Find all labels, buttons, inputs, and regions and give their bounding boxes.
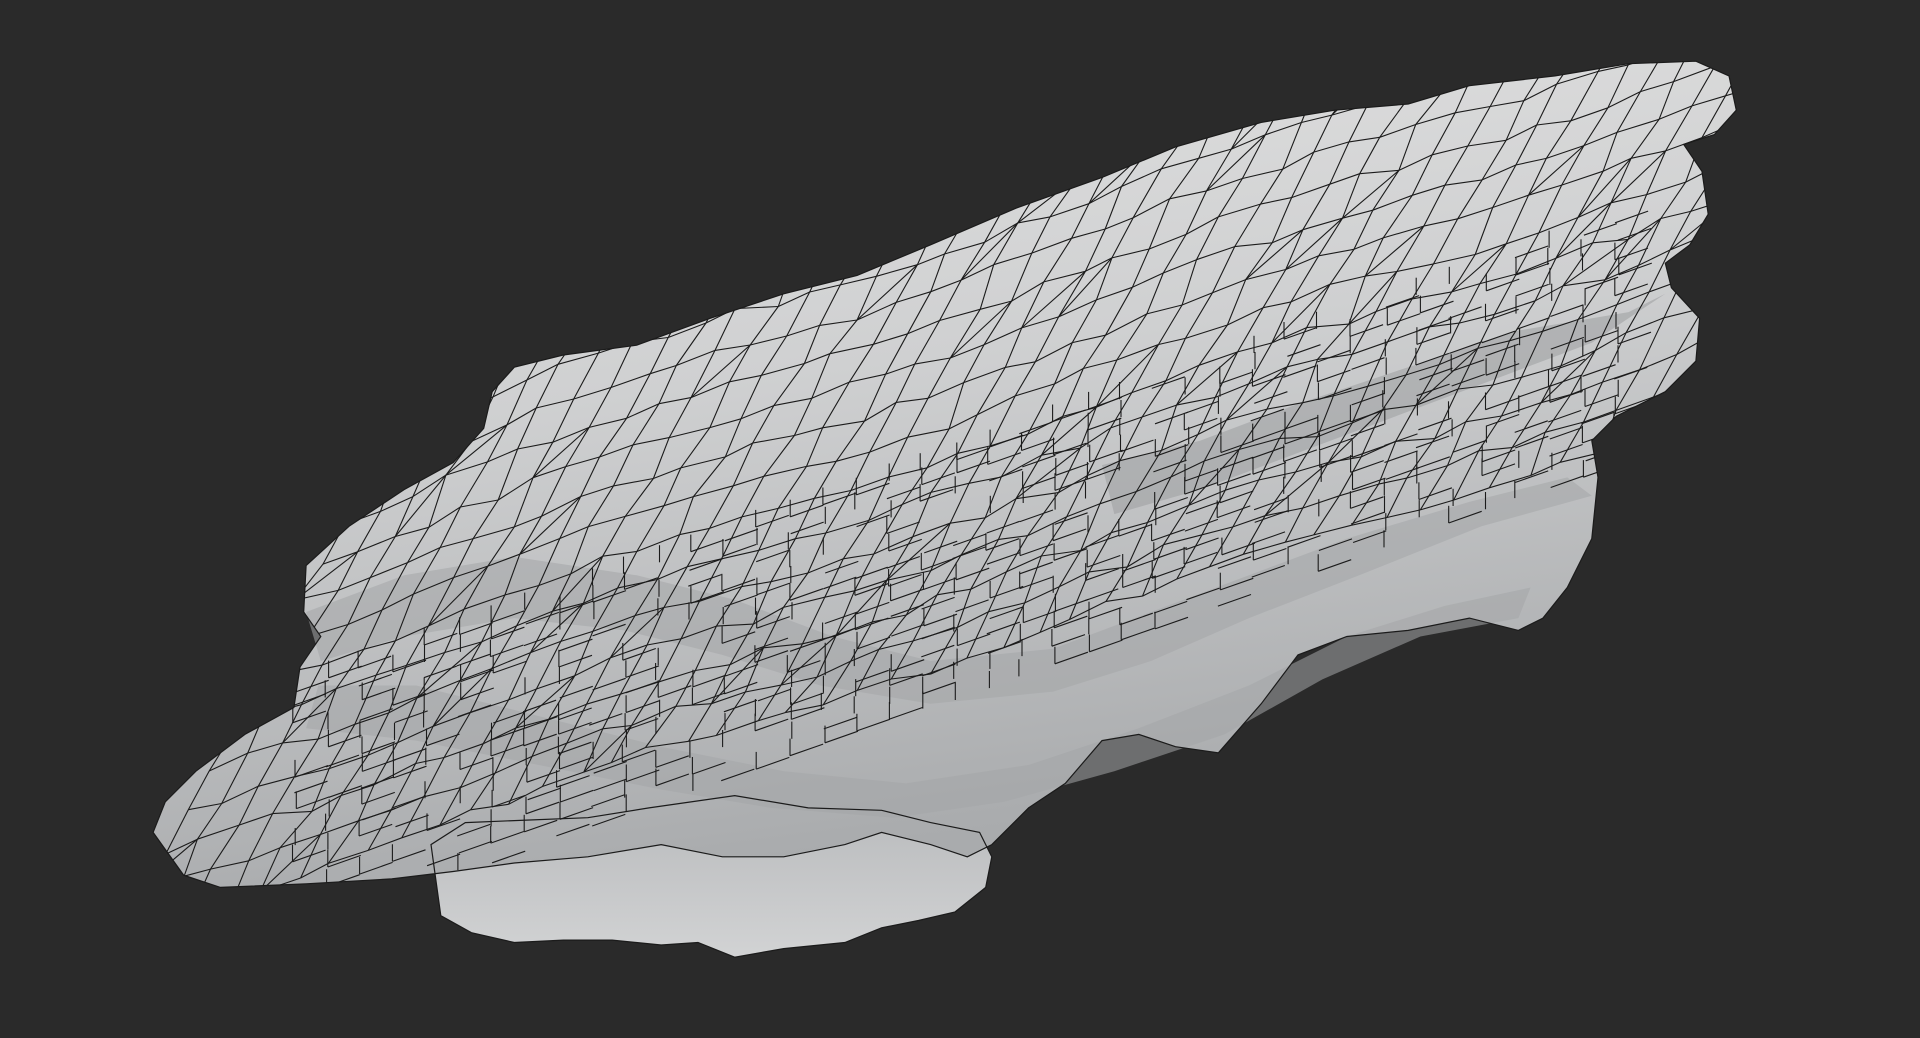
3d-viewport[interactable]: [0, 0, 1920, 1038]
rock-mesh-render: [0, 0, 1920, 1038]
